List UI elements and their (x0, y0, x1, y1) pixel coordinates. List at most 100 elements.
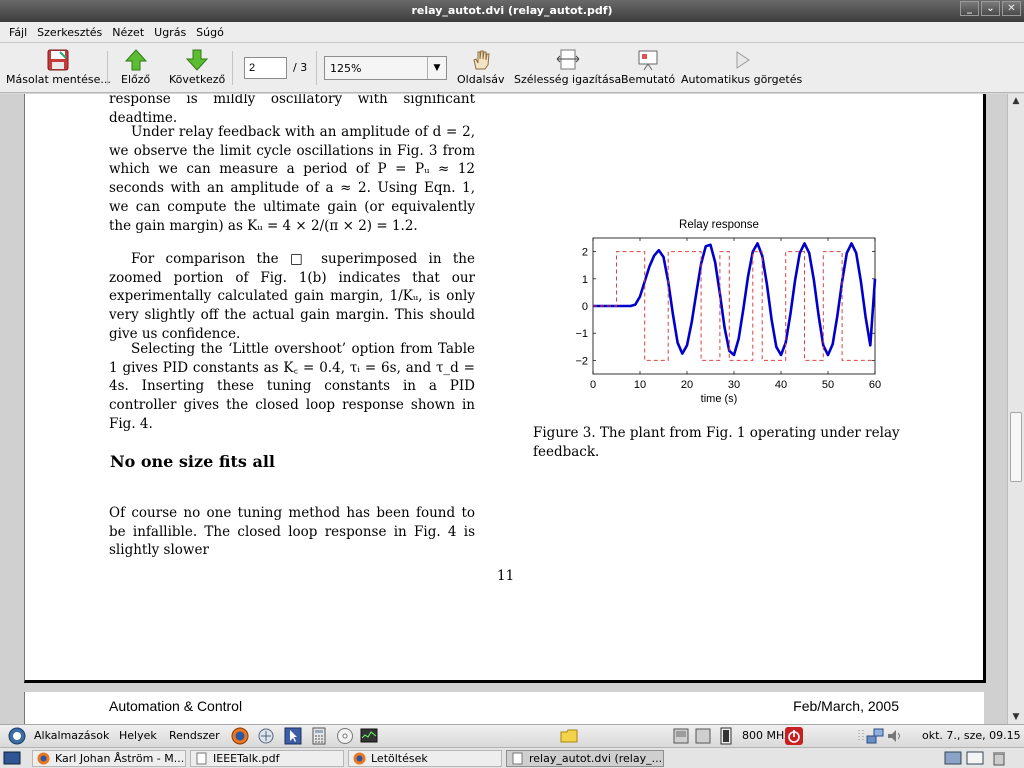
battery-icon (720, 727, 732, 745)
calculator-icon[interactable] (310, 727, 328, 745)
gnome-foot-icon[interactable] (8, 727, 26, 745)
workspace-2-icon[interactable] (694, 727, 712, 745)
zoom-select[interactable]: 125% ▼ (324, 56, 447, 80)
page-number: 11 (497, 568, 515, 584)
figure-caption: Figure 3. The plant from Fig. 1 operatin… (533, 425, 900, 460)
toolbar-separator (232, 51, 233, 85)
x-tick-label: 0 (590, 379, 596, 391)
arrow-down-icon (185, 49, 209, 71)
firefox-icon (37, 752, 50, 765)
menu-edit[interactable]: Szerkesztés (32, 26, 107, 39)
page-total: / 3 (293, 61, 308, 74)
toolbar-separator (316, 51, 317, 85)
paragraph-3: Selecting the ‘Little overshoot’ option … (109, 341, 475, 432)
task-pdf[interactable]: IEEETalk.pdf (190, 750, 344, 767)
workspace-switcher-1-icon[interactable] (944, 749, 962, 767)
y-tick-label: 1 (582, 274, 588, 286)
system-menu[interactable]: Rendszer (169, 729, 220, 742)
task-firefox[interactable]: Karl Johan Åström - M... (32, 750, 186, 767)
chart-title: Relay response (679, 219, 759, 231)
y-tick-label: 0 (582, 301, 588, 313)
window-titlebar[interactable]: relay_autot.dvi (relay_autot.pdf) _ ⌄ ✕ (0, 0, 1024, 22)
document-icon (196, 752, 207, 765)
page-width-icon (556, 49, 579, 70)
presentation-icon (638, 50, 658, 71)
window-title: relay_autot.dvi (relay_autot.pdf) (411, 4, 613, 17)
volume-icon[interactable] (886, 727, 904, 745)
toolbar-separator (107, 51, 108, 85)
network-icon[interactable] (866, 727, 884, 745)
footer-journal: Automation & Control (109, 698, 243, 714)
pointer-tool-icon[interactable] (284, 727, 302, 745)
fit-width-button[interactable]: Szélesség igazítása (514, 47, 621, 86)
restore-button[interactable]: ⌄ (981, 1, 1000, 16)
chart-xlabel: time (s) (701, 393, 738, 405)
document-icon (512, 752, 523, 765)
firefox-icon (353, 752, 366, 765)
y-tick-label: 2 (582, 247, 588, 259)
next-page-button[interactable]: Következő (169, 47, 225, 86)
save-copy-label: Másolat mentése... (6, 73, 111, 86)
menu-file[interactable]: Fájl (4, 26, 32, 39)
autoscroll-button[interactable]: Automatikus görgetés (681, 47, 802, 86)
menu-go[interactable]: Ugrás (149, 26, 191, 39)
scrollbar-thumb[interactable] (1010, 412, 1022, 482)
sidebar-toggle-button[interactable]: Oldalsáv (457, 47, 504, 86)
task-downloads[interactable]: Letöltések (348, 750, 502, 767)
y-tick-label: −1 (575, 328, 588, 340)
x-tick-label: 60 (869, 379, 881, 391)
paragraph-4: Of course no one tuning method has been … (109, 505, 475, 559)
y-tick-label: −2 (575, 355, 588, 367)
mail-client-icon[interactable] (257, 727, 275, 745)
task-document-viewer[interactable]: relay_autot.dvi (relay_... (506, 750, 664, 767)
previous-page-button[interactable]: Előző (121, 47, 150, 86)
workspace-switcher-2-icon[interactable] (966, 749, 984, 767)
page-number-input[interactable] (244, 57, 287, 79)
menu-view[interactable]: Nézet (107, 26, 149, 39)
zoom-value: 125% (330, 62, 362, 75)
gnome-panel: Alkalmazások Helyek Rendszer 800 MHz okt… (0, 724, 1024, 747)
save-copy-button[interactable]: Másolat mentése... (6, 47, 111, 86)
save-icon (47, 49, 69, 71)
close-button[interactable]: ✕ (1002, 1, 1021, 16)
x-tick-label: 20 (681, 379, 693, 391)
fit-width-label: Szélesség igazítása (514, 73, 622, 86)
document-page: response is mildly oscillatory with sign… (24, 94, 986, 683)
vertical-scrollbar[interactable]: ▲ ▼ (1007, 94, 1024, 724)
footer-date: Feb/March, 2005 (793, 698, 899, 714)
firefox-icon[interactable] (231, 727, 249, 745)
cpu-frequency: 800 MHz (742, 729, 791, 742)
previous-page-label: Előző (121, 73, 151, 86)
folder-icon[interactable] (560, 727, 578, 745)
scroll-up-icon[interactable]: ▲ (1009, 94, 1023, 108)
presentation-label: Bemutató (621, 73, 676, 86)
scroll-down-icon[interactable]: ▼ (1009, 710, 1023, 724)
workspace-1-icon[interactable] (672, 727, 690, 745)
arrow-up-icon (124, 49, 147, 71)
next-page: Automation & Control Feb/March, 2005 (24, 692, 984, 724)
next-page-label: Következő (169, 73, 226, 86)
dropdown-arrow-icon: ▼ (427, 57, 446, 79)
places-menu[interactable]: Helyek (119, 729, 157, 742)
paragraph-1: Under relay feedback with an amplitude o… (109, 124, 475, 234)
taskbar: Karl Johan Åström - M... IEEETalk.pdf Le… (0, 747, 1024, 768)
paragraph-2: For comparison the □ superimposed in the… (109, 251, 475, 342)
hand-icon (473, 50, 490, 70)
autoscroll-label: Automatikus görgetés (681, 73, 803, 86)
menubar: Fájl Szerkesztés Nézet Ugrás Súgó (0, 22, 1024, 43)
sidebar-label: Oldalsáv (457, 73, 505, 86)
power-icon[interactable] (785, 727, 803, 745)
task-label: Karl Johan Åström - M... (55, 752, 185, 765)
task-label: relay_autot.dvi (relay_... (529, 752, 663, 765)
menu-help[interactable]: Súgó (191, 26, 229, 39)
applications-menu[interactable]: Alkalmazások (34, 729, 109, 742)
cd-player-icon[interactable] (336, 727, 354, 745)
clock[interactable]: okt. 7., sze, 09.15 (922, 729, 1021, 742)
system-monitor-icon[interactable] (360, 727, 378, 745)
trash-icon[interactable] (990, 749, 1008, 767)
minimize-button[interactable]: _ (960, 1, 979, 16)
x-tick-label: 10 (634, 379, 646, 391)
show-desktop-icon[interactable] (3, 749, 21, 767)
document-viewport[interactable]: response is mildly oscillatory with sign… (0, 94, 1007, 724)
presentation-button[interactable]: Bemutató (621, 47, 675, 86)
